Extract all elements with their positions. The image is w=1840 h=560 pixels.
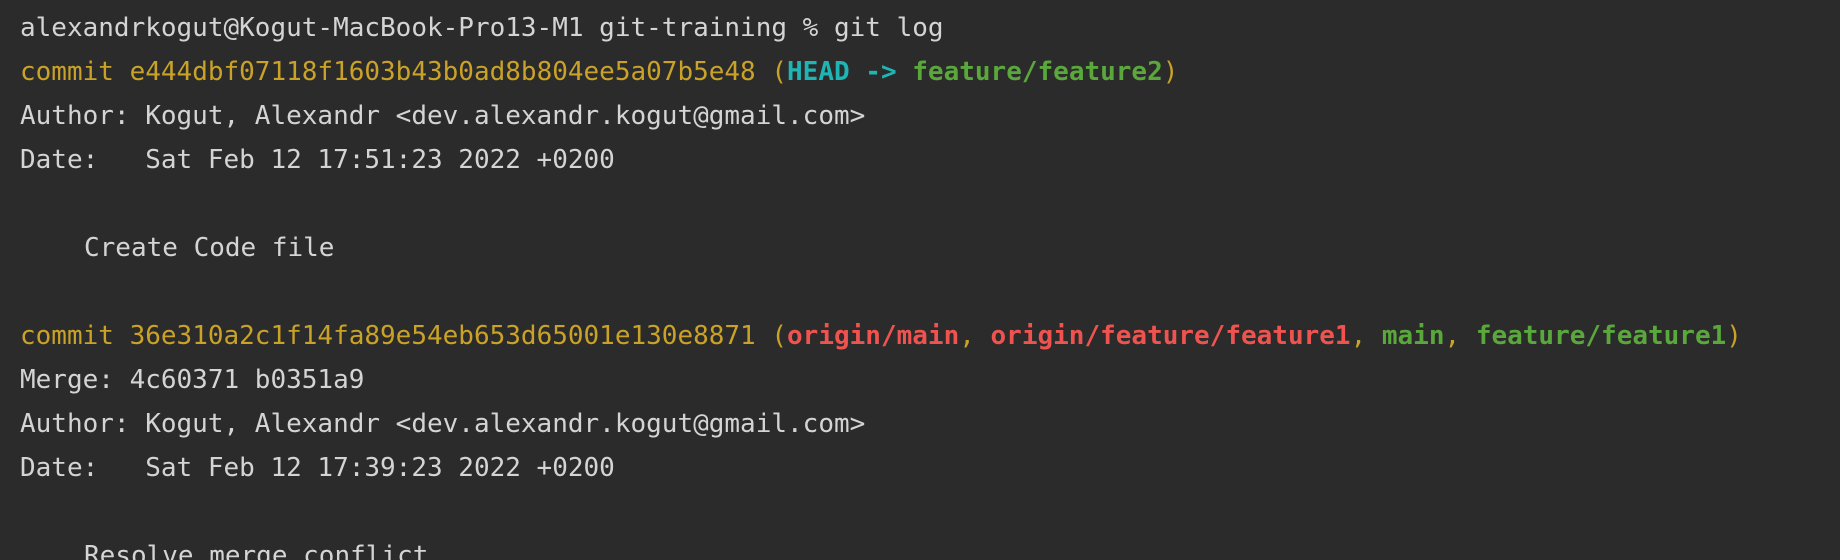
remote-branch-ref: origin/main xyxy=(787,321,960,351)
ref-open-paren: ( xyxy=(771,57,788,87)
ref-separator: , xyxy=(1350,321,1382,351)
head-ref: HEAD xyxy=(787,57,850,87)
author-line: Author: Kogut, Alexandr <dev.alexandr.ko… xyxy=(20,101,866,131)
branch-ref: feature/feature1 xyxy=(1475,321,1727,351)
commit-line: commit e444dbf07118f1603b43b0ad8b804ee5a… xyxy=(20,50,1840,94)
branch-ref: main xyxy=(1381,321,1445,351)
commit-hash: 36e310a2c1f14fa89e54eb653d65001e130e8871 xyxy=(129,321,756,351)
merge-line: Merge: 4c60371 b0351a9 xyxy=(20,365,365,395)
remote-branch-ref: origin/feature/feature1 xyxy=(990,321,1351,351)
commit-hash: e444dbf07118f1603b43b0ad8b804ee5a07b5e48 xyxy=(129,57,756,87)
prompt-line: alexandrkogut@Kogut-MacBook-Pro13-M1 git… xyxy=(20,13,944,43)
commit-label: commit xyxy=(20,57,114,87)
date-line: Date: Sat Feb 12 17:39:23 2022 +0200 xyxy=(20,453,615,483)
commit-message: Create Code file xyxy=(84,233,335,263)
ref-open-paren: ( xyxy=(771,321,788,351)
ref-close-paren: ) xyxy=(1726,321,1742,351)
commit-message: Resolve merge conflict xyxy=(84,541,429,560)
ref-close-paren: ) xyxy=(1162,57,1179,87)
terminal-output[interactable]: alexandrkogut@Kogut-MacBook-Pro13-M1 git… xyxy=(0,0,1840,560)
date-line: Date: Sat Feb 12 17:51:23 2022 +0200 xyxy=(20,145,615,175)
ref-separator: , xyxy=(1444,321,1476,351)
author-line: Author: Kogut, Alexandr <dev.alexandr.ko… xyxy=(20,409,866,439)
ref-separator: , xyxy=(959,321,991,351)
commit-label: commit xyxy=(20,321,114,351)
commit-line: commit 36e310a2c1f14fa89e54eb653d65001e1… xyxy=(20,314,1840,358)
branch-ref: feature/feature2 xyxy=(912,57,1163,87)
head-arrow: -> xyxy=(849,57,913,87)
